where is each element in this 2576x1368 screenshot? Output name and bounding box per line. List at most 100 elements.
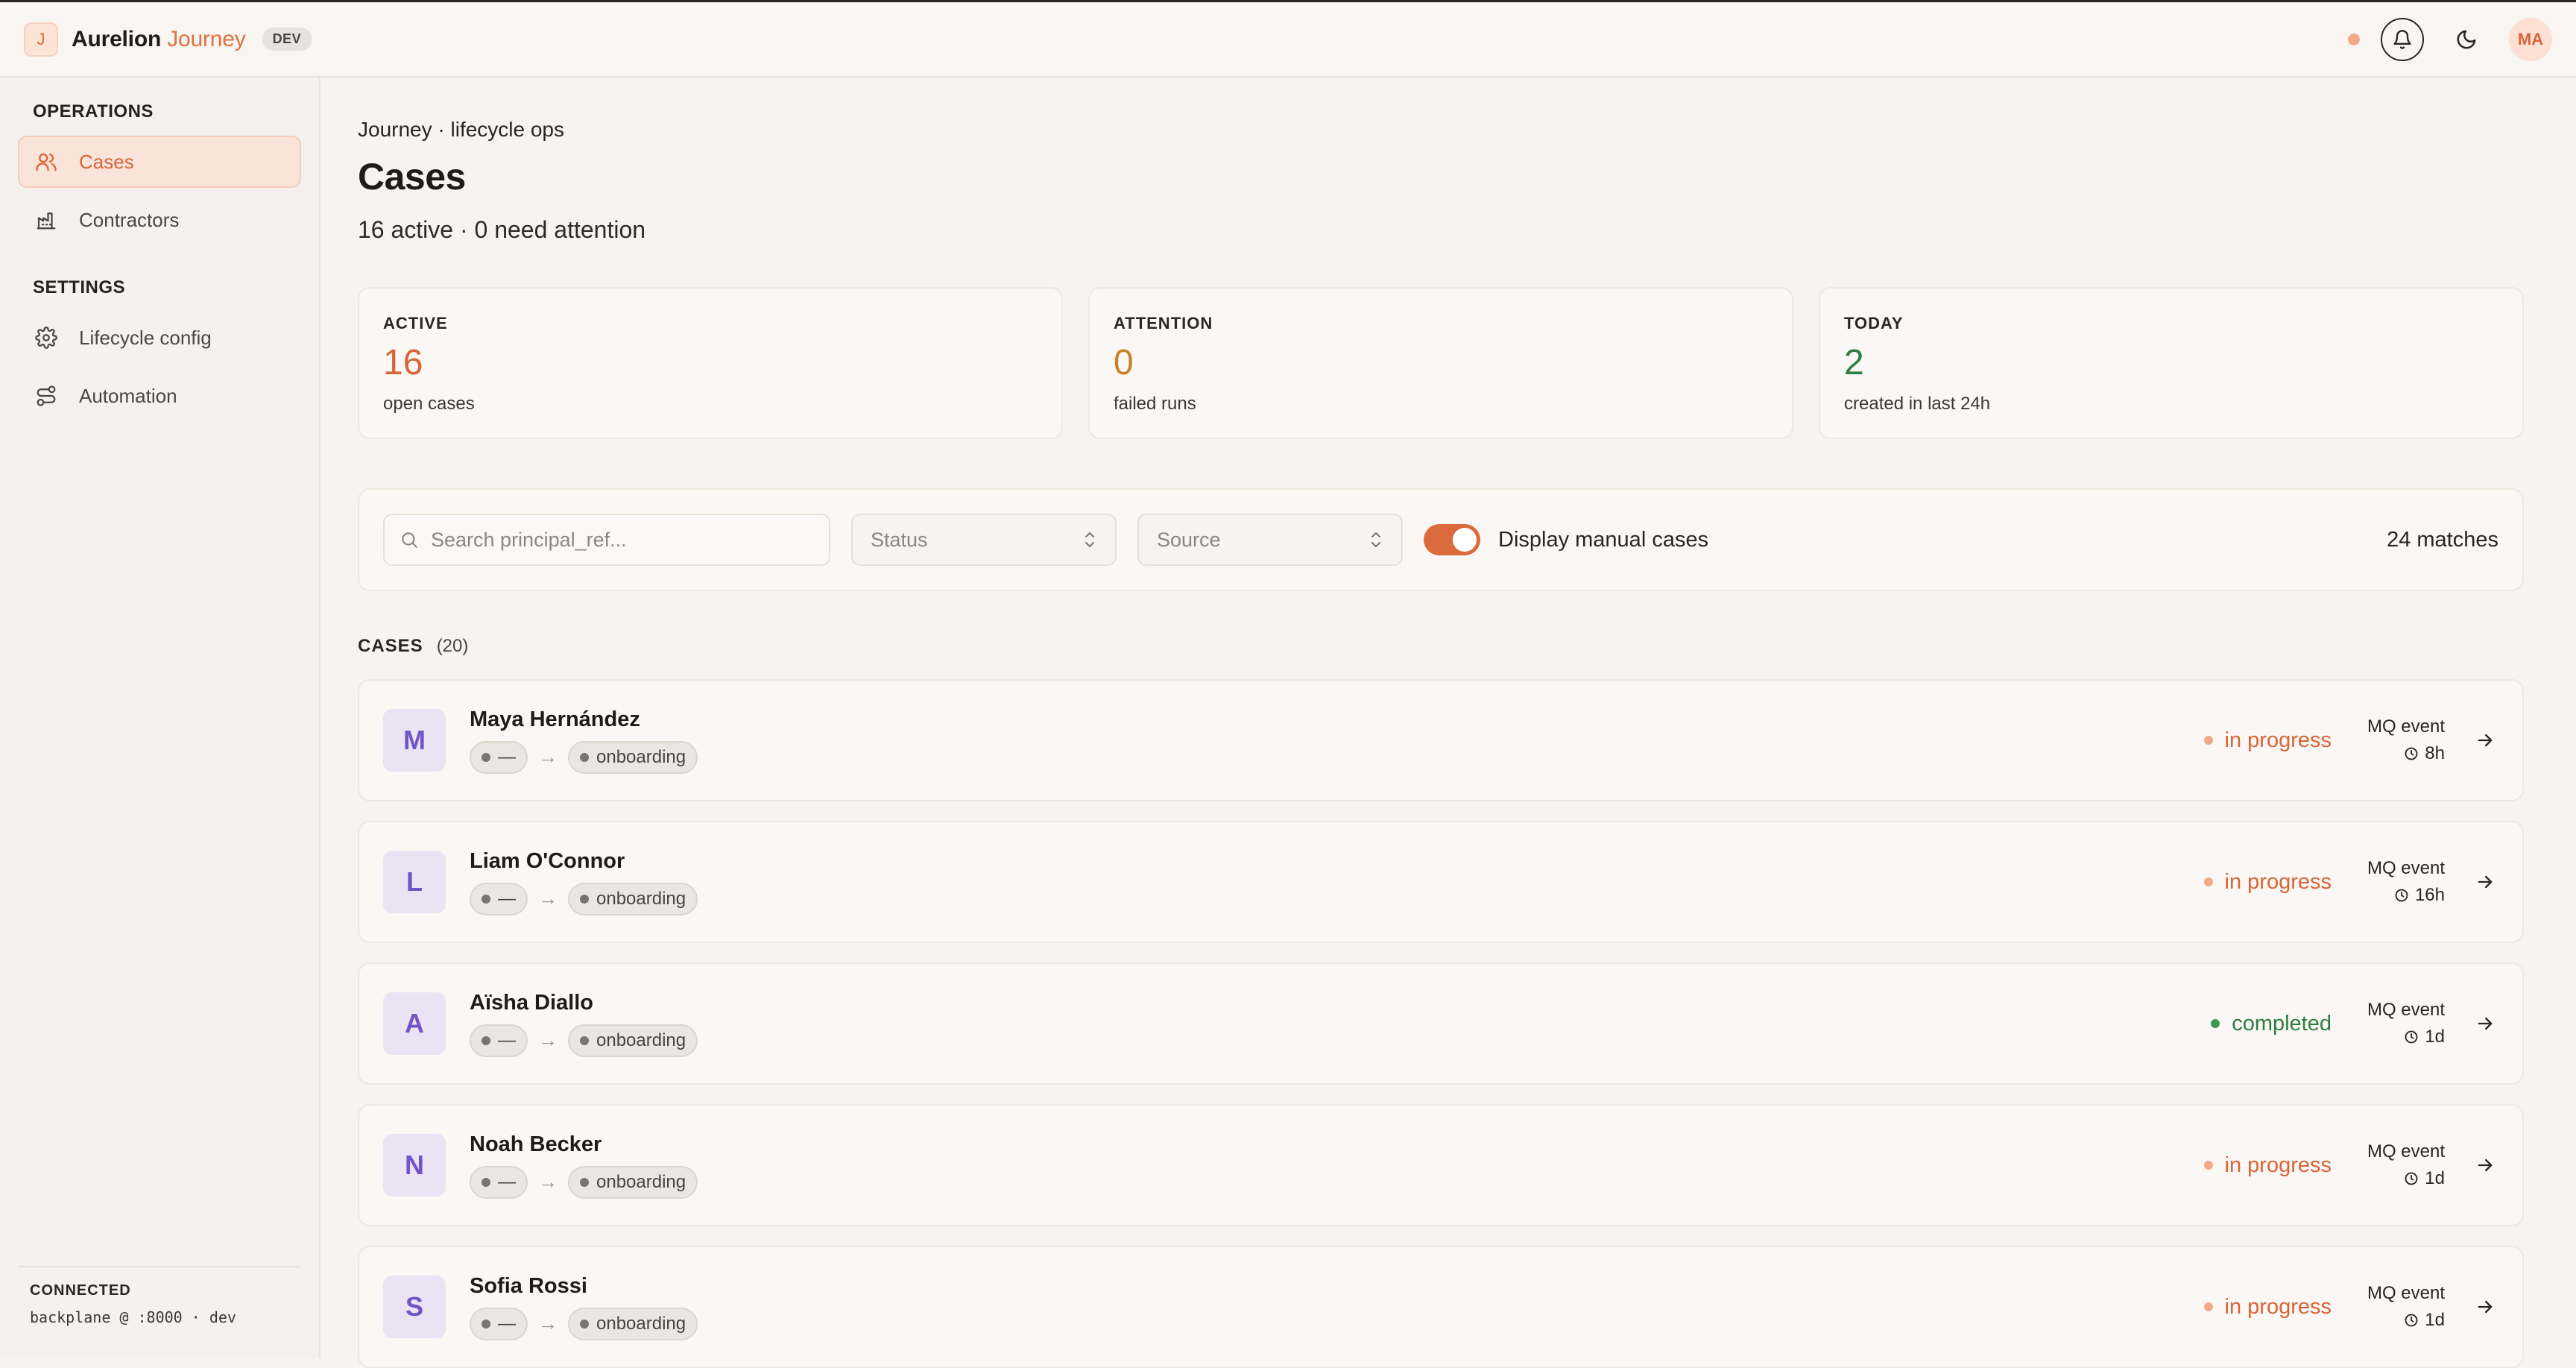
case-row[interactable]: A Aïsha Diallo — → onboarding completed … (358, 962, 2524, 1085)
page-title: Cases (358, 156, 466, 198)
open-case-arrow-icon[interactable] (2472, 1293, 2498, 1320)
case-status: in progress (2203, 869, 2332, 895)
gear-icon (34, 326, 58, 350)
sidebar-item-label: Cases (79, 150, 134, 173)
status-dot (2203, 1302, 2213, 1311)
case-age: 8h (2425, 743, 2445, 763)
stage-transition: — → onboarding (470, 1024, 698, 1057)
cases-count: (20) (436, 636, 469, 656)
arrow-right-icon: → (538, 1312, 558, 1334)
open-case-arrow-icon[interactable] (2472, 727, 2498, 754)
stage-dot (580, 1036, 589, 1045)
breadcrumb: Journey · lifecycle ops (358, 118, 565, 141)
open-case-arrow-icon[interactable] (2472, 1152, 2498, 1179)
route-icon (34, 384, 58, 408)
stat-label: ATTENTION (1114, 314, 1213, 332)
to-stage-label: onboarding (596, 1030, 686, 1050)
case-row[interactable]: N Noah Becker — → onboarding in progress… (358, 1104, 2524, 1226)
top-bar: J Aurelion Journey DEV MA (0, 0, 2576, 78)
case-list: M Maya Hernández — → onboarding in progr… (358, 679, 2524, 1368)
case-source: MQ event (2367, 1283, 2445, 1303)
from-stage-label: — (498, 1030, 516, 1050)
stage-dot (482, 752, 490, 762)
stage-dot (482, 1036, 490, 1045)
brand-accent: Journey (167, 26, 246, 51)
to-stage-pill: onboarding (568, 740, 698, 774)
case-source: MQ event (2367, 1141, 2445, 1161)
case-row[interactable]: M Maya Hernández — → onboarding in progr… (358, 679, 2524, 801)
case-status-label: in progress (2224, 1153, 2332, 1177)
sidebar-item-lifecycle-config[interactable]: Lifecycle config (18, 312, 301, 364)
case-status: completed (2211, 1012, 2332, 1036)
stage-transition: — → onboarding (470, 740, 698, 774)
factory-icon (34, 208, 58, 232)
stat-label: TODAY (1844, 314, 1904, 332)
case-avatar: S (383, 1276, 446, 1338)
env-badge: DEV (262, 28, 312, 51)
app-logo[interactable]: J (24, 22, 58, 57)
from-stage-label: — (498, 746, 516, 767)
case-status-label: in progress (2224, 869, 2332, 894)
case-name: Noah Becker (470, 1132, 602, 1156)
from-stage-pill: — (470, 1307, 528, 1340)
status-dot (2211, 1019, 2220, 1028)
clock-icon (2404, 1313, 2419, 1328)
cases-header: CASES (20) (358, 636, 2524, 657)
case-avatar: M (383, 709, 446, 772)
status-select-value: Status (871, 528, 928, 551)
search-input[interactable] (431, 528, 814, 552)
sidebar-section-settings: SETTINGS (33, 277, 126, 297)
status-select[interactable]: Status (851, 514, 1117, 566)
open-case-arrow-icon[interactable] (2472, 869, 2498, 895)
from-stage-label: — (498, 1313, 516, 1334)
clock-icon (2404, 1171, 2419, 1186)
case-age: 1d (2425, 1027, 2445, 1047)
case-avatar: L (383, 851, 446, 913)
status-dot (2203, 1161, 2213, 1170)
clock-icon (2404, 746, 2419, 761)
from-stage-pill: — (470, 740, 528, 774)
stage-transition: — → onboarding (470, 1165, 698, 1199)
stat-label: ACTIVE (383, 314, 448, 332)
case-row[interactable]: L Liam O'Connor — → onboarding in progre… (358, 821, 2524, 943)
notifications-button[interactable] (2381, 17, 2424, 61)
to-stage-pill: onboarding (568, 1307, 698, 1340)
page-subtitle: 16 active · 0 need attention (358, 216, 646, 243)
from-stage-label: — (498, 888, 516, 909)
case-name: Sofia Rossi (470, 1273, 587, 1298)
case-age: 16h (2414, 885, 2445, 905)
to-stage-label: onboarding (596, 1171, 686, 1192)
case-avatar: A (383, 992, 446, 1055)
to-stage-pill: onboarding (568, 1024, 698, 1057)
case-name: Maya Hernández (470, 707, 640, 731)
sidebar-item-contractors[interactable]: Contractors (18, 194, 301, 246)
stage-dot (482, 1319, 490, 1328)
sidebar-item-automation[interactable]: Automation (18, 370, 301, 422)
open-case-arrow-icon[interactable] (2472, 1010, 2498, 1037)
connection-value: backplane @ :8000 · dev (30, 1308, 236, 1326)
stats-row: ACTIVE 16 open cases ATTENTION 0 failed … (358, 287, 2524, 439)
theme-toggle-button[interactable] (2445, 18, 2488, 61)
sidebar-section-operations: OPERATIONS (33, 101, 154, 122)
case-status-label: in progress (2224, 728, 2332, 752)
source-select[interactable]: Source (1137, 514, 1403, 566)
user-avatar[interactable]: MA (2509, 17, 2552, 61)
stat-caption: failed runs (1114, 394, 1196, 414)
app-brand[interactable]: Aurelion Journey (72, 27, 246, 52)
clock-icon (2394, 888, 2409, 903)
case-row[interactable]: S Sofia Rossi — → onboarding in progress… (358, 1246, 2524, 1368)
case-source: MQ event (2367, 1000, 2445, 1020)
status-dot (2203, 877, 2213, 886)
connection-label: CONNECTED (30, 1282, 131, 1299)
to-stage-label: onboarding (596, 888, 686, 909)
stage-dot (580, 1319, 589, 1328)
stage-transition: — → onboarding (470, 1307, 698, 1340)
manual-cases-toggle[interactable] (1424, 524, 1480, 555)
sidebar-item-label: Lifecycle config (79, 326, 212, 349)
stat-value: 2 (1844, 343, 1864, 382)
case-name: Liam O'Connor (470, 848, 625, 873)
sidebar: OPERATIONS Cases Contractors SETTINGS Li… (0, 78, 321, 1358)
sidebar-item-cases[interactable]: Cases (18, 136, 301, 188)
search-box[interactable] (383, 514, 830, 566)
main-content: Journey · lifecycle ops Cases 16 active … (358, 78, 2524, 1368)
